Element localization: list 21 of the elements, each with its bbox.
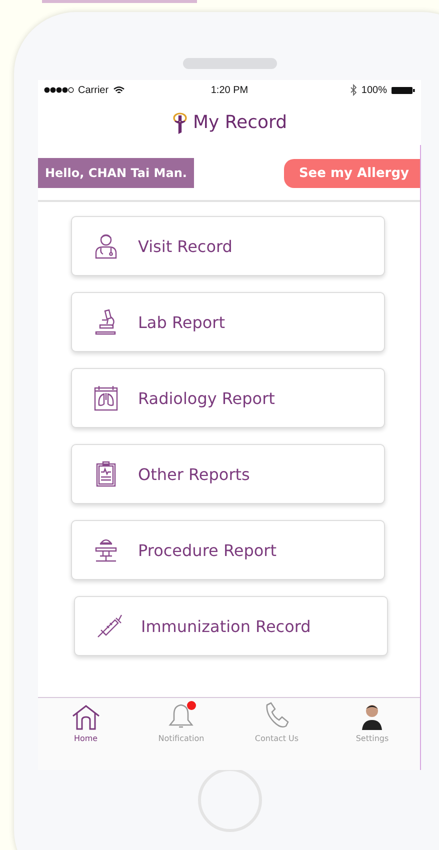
wifi-icon: [112, 86, 125, 94]
avatar-icon: [361, 702, 384, 730]
menu-card[interactable]: Visit Record: [71, 216, 385, 276]
menu-card[interactable]: Other Reports: [71, 444, 385, 504]
menu-card[interactable]: Immunization Record: [74, 596, 388, 656]
home-icon: [70, 704, 101, 730]
menu-card[interactable]: Radiology Report: [71, 368, 385, 428]
logo-icon: [172, 112, 188, 134]
battery-icon: [391, 86, 415, 94]
signal-icon: [44, 87, 74, 93]
lungs-xray-icon: [92, 384, 120, 412]
syringe-icon: [95, 612, 123, 640]
tab-item[interactable]: Home: [46, 702, 126, 770]
menu-card[interactable]: Lab Report: [71, 292, 385, 352]
greeting-label: Hello, CHAN Tai Man.: [38, 158, 194, 188]
menu-card[interactable]: Procedure Report: [71, 520, 385, 580]
battery-percent: 100%: [361, 84, 387, 96]
page-title: My Record: [192, 112, 288, 133]
status-time: 1:20 PM: [210, 84, 248, 96]
bluetooth-icon: [350, 84, 358, 96]
carrier-name: Carrier: [78, 84, 109, 96]
